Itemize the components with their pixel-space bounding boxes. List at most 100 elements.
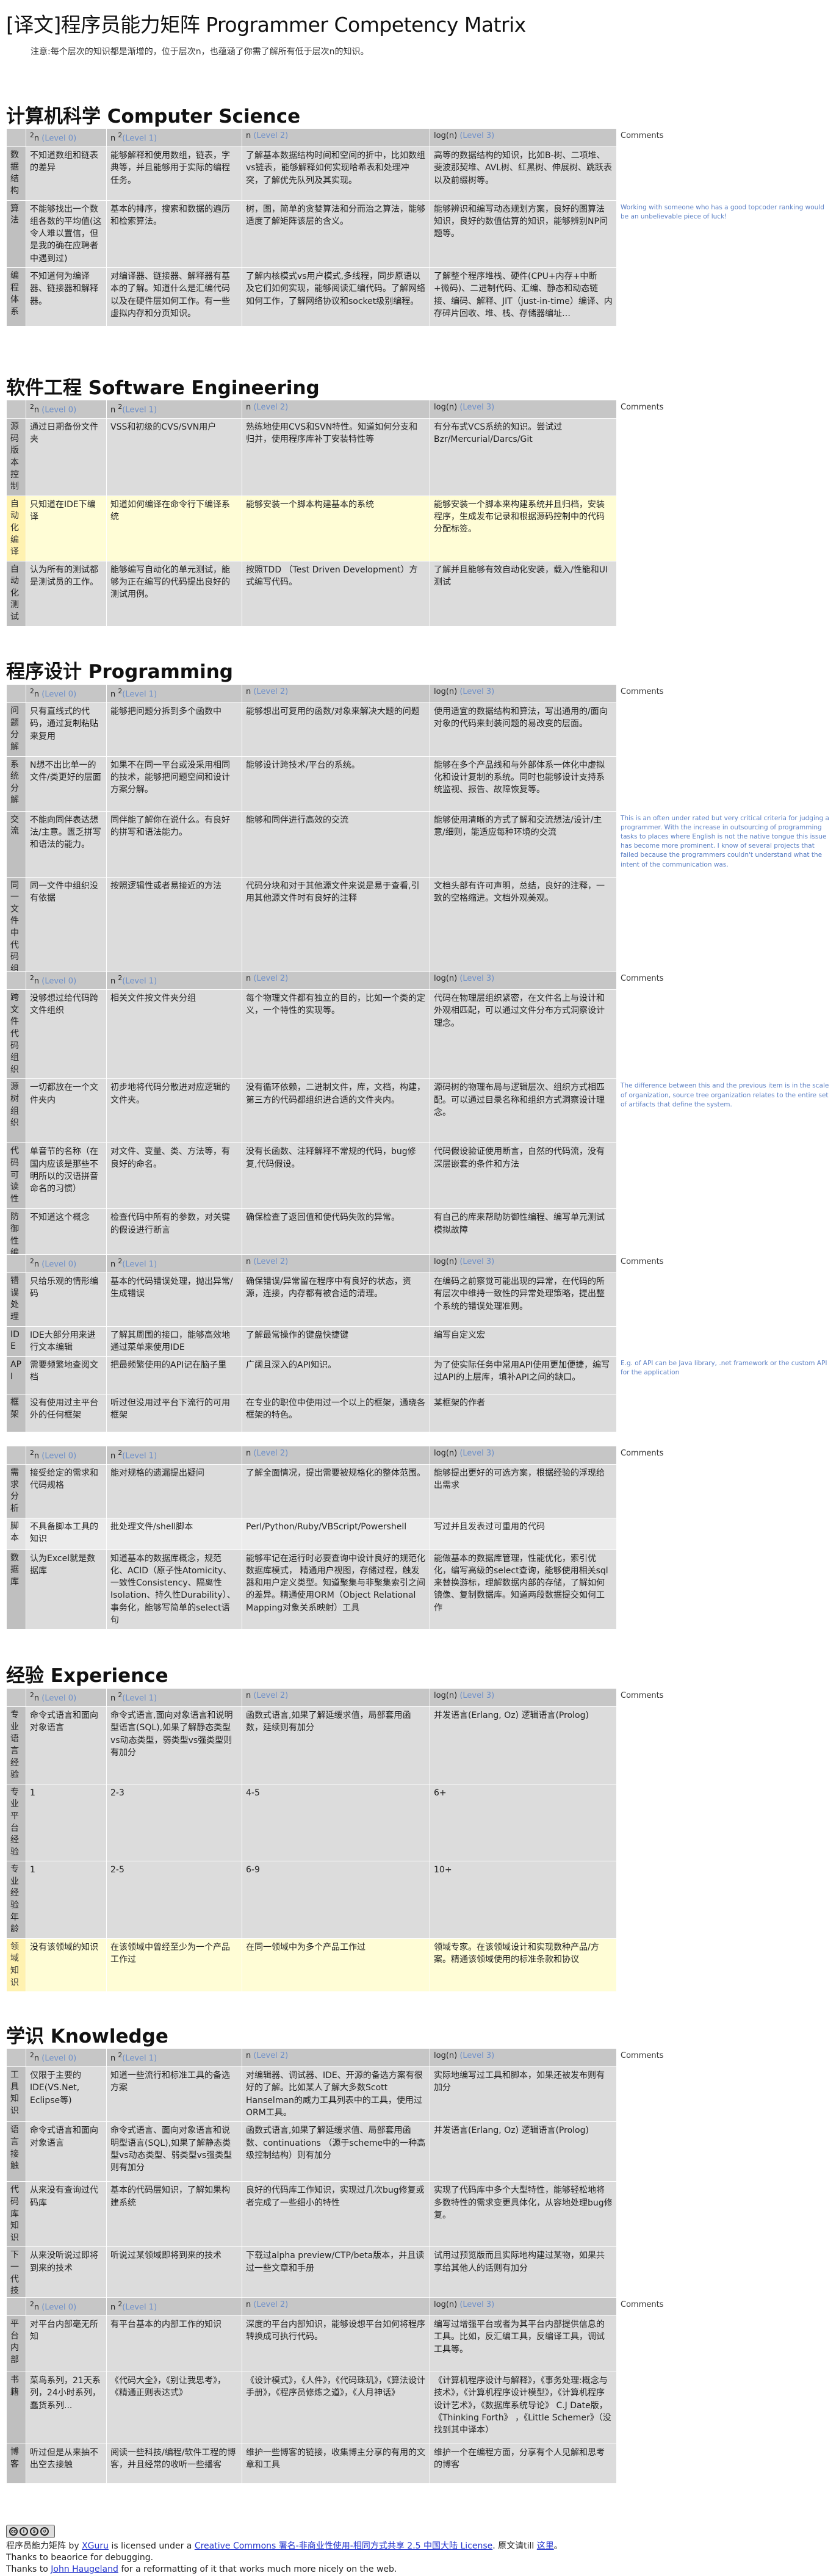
header-level-label: (Level 1) [122,2054,157,2063]
level-0-header: 2n (Level 0) [26,1445,107,1465]
header-row: 2n (Level 0) n 2(Level 1) n (Level 2) lo… [6,1254,834,1274]
original-link[interactable]: 这里 [537,2541,554,2551]
header-symbol: log(n) [434,974,458,983]
header-symbol: log(n) [434,1691,458,1700]
header-level-label: (Level 1) [122,1694,157,1703]
license-link[interactable]: Creative Commons 署名-非商业性使用-相同方式共享 2.5 中国… [195,2541,492,2551]
level-3-cell: 源码树的物理布局与逻辑层次、组织方式相匹配。可以通过目录名称和组织方式洞察设计理… [430,1078,617,1144]
level-3-header: log(n) (Level 3) [430,1254,617,1274]
level-3-header: log(n) (Level 3) [430,2047,617,2068]
header-level-label: (Level 2) [253,1691,289,1700]
comment-cell [616,1326,834,1357]
header-row: 2n (Level 0) n 2(Level 1) n (Level 2) lo… [6,399,834,419]
level-1-cell: 基本的代码层知识，了解如果构建系统 [106,2181,242,2248]
row-label: 书籍 [6,2372,26,2445]
header-symbol: n [246,2051,251,2060]
table-row: 数据库 认为Excel就是数据库 知道基本的数据库概念，规范化、ACID（原子性At… [6,1549,834,1630]
comment-cell [616,2315,834,2373]
table-row: 需求分析 接受给定的需求和代码规格 能对规格的遗漏提出疑问 了解全面情况，提出需要被规… [6,1464,834,1518]
nc-icon: $ [30,2527,38,2536]
comments-header: Comments [616,1254,834,1274]
header-exponent: 2 [30,1257,34,1265]
level-1-cell: 对文件、变量、类、方法等，有良好的命名。 [106,1142,242,1210]
level-1-header: n 2(Level 1) [106,684,242,704]
header-blank [6,128,26,148]
row-label: 源码版本控制 [6,418,26,496]
row-label: 代码可读性 [6,1142,26,1210]
level-1-cell: 2-3 [106,1783,242,1862]
footer-mid: is licensed under a [111,2541,192,2551]
level-3-cell: 6+ [430,1783,617,1862]
level-0-cell: 命令式语言和面向对象语言 [26,2121,107,2182]
comment-cell: E.g. of API can be Java library, .net fr… [616,1356,834,1395]
header-row: 2n (Level 0) n 2(Level 1) n (Level 2) lo… [6,128,834,148]
level-0-cell: 不能向同伴表达想法/主意。匮乏拼写和语法的能力。 [26,810,107,878]
level-0-header: 2n (Level 0) [26,2296,107,2317]
comments-header: Comments [616,684,834,704]
level-0-header: 2n (Level 0) [26,1687,107,1708]
comments-header: Comments [616,399,834,419]
level-1-cell: 能够把问题分拆到多个函数中 [106,702,242,757]
john-haugeland-link[interactable]: John Haugeland [51,2564,118,2574]
header-symbol: n [110,134,116,143]
table-row: 书籍 菜鸟系列，21天系列，24小时系列，蠢货系列... 《代码大全》，《别让我思考… [6,2372,834,2445]
level-1-cell: 能够编写自动化的单元测试，能够为正在编写的代码提出良好的测试用例。 [106,560,242,627]
level-3-cell: 编写自定义宏 [430,1326,617,1357]
row-label: 需求分析 [6,1464,26,1518]
section-title: 程序设计 Programming [6,661,233,683]
page-title: [译文]程序员能力矩阵 Programmer Competency Matrix [6,13,526,37]
row-label: 系统分解 [6,756,26,812]
level-2-header: n (Level 2) [242,1254,430,1274]
level-0-header: 2n (Level 0) [26,1254,107,1274]
cc-icon: cc [9,2527,18,2536]
level-1-cell: VSS和初级的CVS/SVN用户 [106,418,242,496]
header-symbol: log(n) [434,1449,458,1458]
header-level-label: (Level 0) [41,976,77,986]
level-0-cell: 不知道何为编译器、链接器和解释器。 [26,267,107,327]
level-0-cell: 没够想过给代码跨文件组织 [26,989,107,1080]
competency-table: 2n (Level 0) n 2(Level 1) n (Level 2) lo… [6,1687,834,1993]
thanks-suffix: for a reformatting of it that works much… [121,2564,397,2574]
level-1-header: n 2(Level 1) [106,970,242,990]
level-3-cell: 《计算机程序设计与解释》，《事务处理:概念与技术》，《计算机程序设计模型》，《计… [430,2372,617,2445]
table-row: 专业语言经验 命令式语言和面向对象语言 命令式语言,面向对象语言和说明型语言(SQL… [6,1706,834,1784]
author-link[interactable]: XGuru [82,2541,109,2551]
cc-license-badge[interactable]: cc i $ ↺ [6,2525,55,2538]
level-2-cell: 每个物理文件都有独立的目的，比如一个类的定义，一个特性的实现等。 [242,989,430,1080]
row-label: 交流 [6,810,26,878]
header-level-label: (Level 2) [253,2051,289,2060]
level-1-cell: 同伴能了解你在说什么。有良好的拼写和语法能力。 [106,810,242,878]
competency-table: 2n (Level 0) n 2(Level 1) n (Level 2) lo… [6,128,834,327]
comment-cell [616,1142,834,1210]
level-3-header: log(n) (Level 3) [430,2296,617,2317]
header-level-label: (Level 0) [41,134,77,143]
header-symbol: n [246,974,251,983]
comment-cell [616,2066,834,2123]
header-symbol: n [34,690,40,699]
section-title: 软件工程 Software Engineering [6,377,320,399]
level-3-header: log(n) (Level 3) [430,399,617,419]
level-3-cell: 能够在多个产品线和与外部体系一体化中虚拟化和设计复制的系统。同时也能够设计支持系… [430,756,617,812]
row-label: 数据库 [6,1549,26,1630]
level-2-cell: 没有循环依赖，二进制文件，库，文档，构建，第三方的代码都组织进合适的文件夹内。 [242,1078,430,1144]
level-3-cell: 有分布式VCS系统的知识。尝试过Bzr/Mercurial/Darcs/Git [430,418,617,496]
header-blank [6,970,26,990]
row-label: 自动化测试 [6,560,26,627]
footer-license-line: 程序员能力矩阵 by XGuru is licensed under a Cre… [6,2541,563,2552]
level-0-cell: 只知道在IDE下编译 [26,495,107,561]
header-row: 2n (Level 0) n 2(Level 1) n (Level 2) lo… [6,2296,834,2317]
header-row: 2n (Level 0) n 2(Level 1) n (Level 2) lo… [6,1445,834,1465]
level-0-cell: 一切都放在一个文件夹内 [26,1078,107,1144]
level-3-cell: 能做基本的数据库管理，性能优化，索引优化，编写高级的select查询，能够使用相… [430,1549,617,1630]
level-3-cell: 代码假设验证使用断言，自然的代码流，没有深层嵌套的条件和方法 [430,1142,617,1210]
row-label: 自动化编译 [6,495,26,561]
level-2-cell: 在专业的职位中使用过一个以上的框架，通晓各框架的特色。 [242,1394,430,1433]
header-level-label: (Level 2) [253,974,289,983]
level-2-cell: 深度的平台内部知识，能够设想平台如何将程序转换成可执行代码。 [242,2315,430,2373]
level-1-cell: 对编译器、链接器、解释器有基本的了解。知道什么是汇编代码以及在硬件层如何工作。有… [106,267,242,327]
level-0-cell: 没有该领域的知识 [26,1938,107,1993]
level-2-cell: 《设计模式》，《人件》，《代码珠玑》，《算法设计手册》，《程序员修炼之道》，《人… [242,2372,430,2445]
header-symbol: n [34,2054,40,2063]
level-1-header: n 2(Level 1) [106,128,242,148]
level-0-cell: 从来没有查询过代码库 [26,2181,107,2248]
